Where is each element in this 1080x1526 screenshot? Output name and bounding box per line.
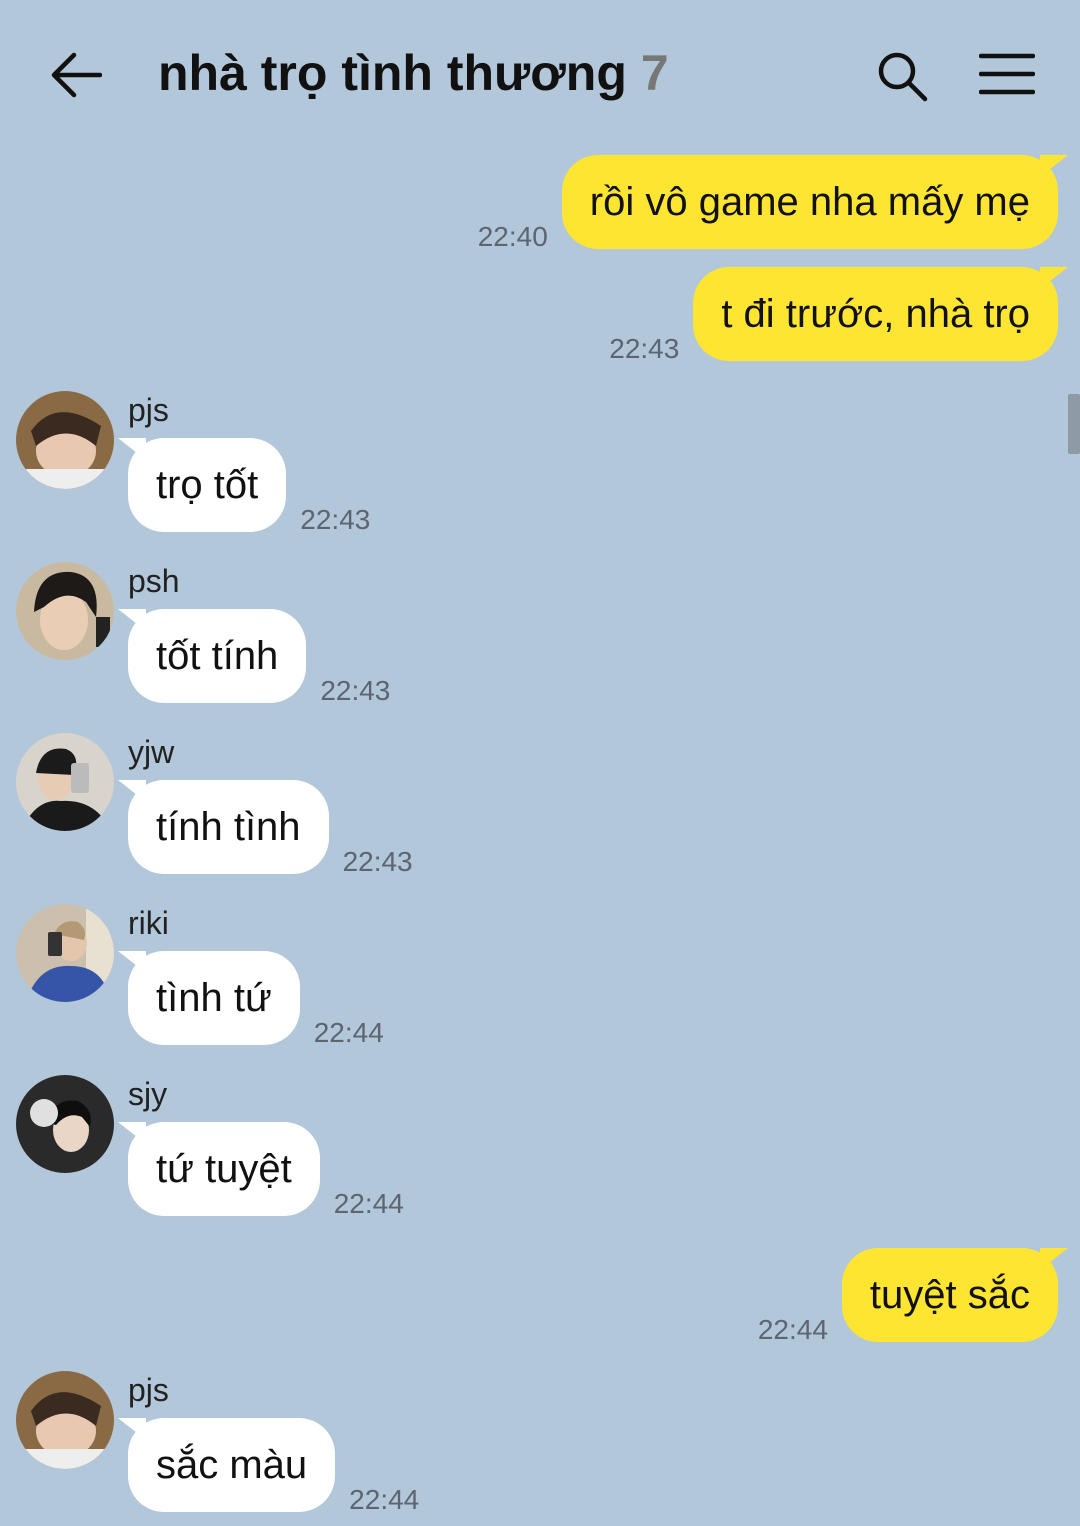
message-bubble[interactable]: tứ tuyệt	[118, 1122, 320, 1216]
room-name: nhà trọ tình thương	[158, 45, 627, 101]
message-time: 22:40	[477, 221, 548, 252]
message-bubble[interactable]: t đi trước, nhà trọ	[693, 267, 1068, 361]
sender-name: riki	[128, 905, 169, 941]
message-time: 22:44	[757, 1314, 828, 1345]
search-icon[interactable]	[876, 50, 928, 102]
avatar[interactable]	[16, 391, 114, 489]
message-bubble[interactable]: trọ tốt	[117, 438, 287, 532]
member-count: 7	[640, 45, 669, 101]
back-arrow-icon[interactable]	[50, 50, 102, 100]
avatar[interactable]	[16, 1371, 114, 1469]
avatar[interactable]	[16, 1075, 114, 1173]
incoming-message[interactable]: tính tình 22:43	[118, 780, 413, 877]
avatar[interactable]	[16, 733, 114, 831]
incoming-message[interactable]: sắc màu 22:44	[117, 1418, 419, 1515]
sender-name: pjs	[128, 1372, 169, 1408]
sender-name: pjs	[128, 392, 169, 428]
sender-name: psh	[128, 563, 180, 599]
message-time: 22:43	[609, 333, 680, 364]
message-bubble[interactable]: tuyệt sắc	[841, 1248, 1069, 1342]
chat-title: nhà trọ tình thương 7	[158, 44, 669, 102]
message-bubble[interactable]: tốt tính	[117, 609, 307, 703]
message-bubble[interactable]: tình tứ	[118, 951, 300, 1045]
message-time: 22:43	[300, 504, 371, 535]
message-time: 22:43	[342, 846, 413, 877]
menu-icon[interactable]	[979, 52, 1035, 96]
chat-header: nhà trọ tình thương 7	[0, 0, 1080, 150]
message-bubble[interactable]: rồi vô game nha mấy mẹ	[561, 155, 1069, 249]
message-time: 22:43	[320, 675, 391, 706]
incoming-message[interactable]: tứ tuyệt 22:44	[118, 1122, 404, 1219]
scrollbar-thumb[interactable]	[1068, 394, 1080, 454]
message-time: 22:44	[313, 1017, 384, 1048]
incoming-message[interactable]: tình tứ 22:44	[118, 951, 384, 1048]
message-time: 22:44	[333, 1188, 404, 1219]
message-time: 22:44	[349, 1484, 420, 1515]
sender-name: sjy	[128, 1076, 168, 1112]
message-bubble[interactable]: tính tình	[118, 780, 329, 874]
incoming-message[interactable]: tốt tính 22:43	[117, 609, 390, 706]
outgoing-message[interactable]: 22:44 tuyệt sắc	[758, 1248, 1069, 1345]
avatar[interactable]	[16, 562, 114, 660]
outgoing-message[interactable]: 22:40 rồi vô game nha mấy mẹ	[478, 155, 1069, 252]
incoming-message[interactable]: trọ tốt 22:43	[117, 438, 370, 535]
avatar[interactable]	[16, 904, 114, 1002]
outgoing-message[interactable]: 22:43 t đi trước, nhà trọ	[609, 267, 1068, 364]
sender-name: yjw	[128, 734, 175, 770]
message-bubble[interactable]: sắc màu	[117, 1418, 336, 1512]
